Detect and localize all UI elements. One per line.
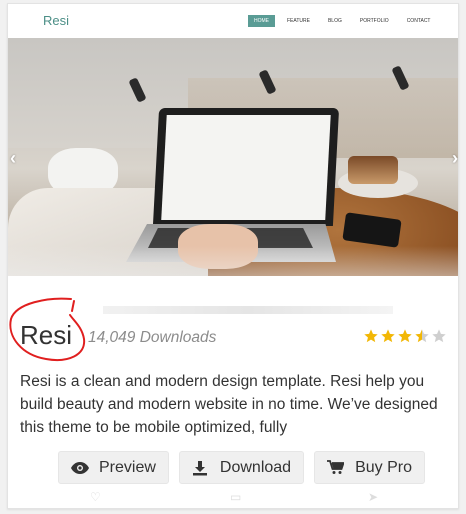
star-empty-icon <box>432 329 446 343</box>
star-rating <box>363 328 447 344</box>
star-full-icon <box>398 329 412 343</box>
action-buttons: Preview Download Buy Pro <box>58 451 425 484</box>
preview-site-header: Resi HOME FEATURE BLOG PORTFOLIO CONTACT <box>8 4 458 38</box>
buy-pro-button-label: Buy Pro <box>355 458 412 476</box>
preview-site-nav: HOME FEATURE BLOG PORTFOLIO CONTACT <box>248 15 442 27</box>
blurred-caption <box>103 306 393 314</box>
download-count: 14,049 Downloads <box>88 329 217 346</box>
star-half-icon <box>415 329 429 343</box>
theme-title[interactable]: Resi <box>20 320 72 351</box>
preview-hero-photo <box>8 38 458 276</box>
star-full-icon <box>364 329 378 343</box>
theme-description: Resi is a clean and modern design templa… <box>20 373 438 436</box>
buy-pro-button[interactable]: Buy Pro <box>314 451 425 484</box>
card-footer: ♡ ▭ ➤ <box>8 490 458 508</box>
star-full-icon <box>381 329 395 343</box>
preview-button[interactable]: Preview <box>58 451 169 484</box>
preview-button-label: Preview <box>99 458 156 476</box>
preview-nav-feature: FEATURE <box>287 18 310 24</box>
heart-icon[interactable]: ♡ <box>90 490 101 504</box>
preview-nav-contact: CONTACT <box>406 18 431 24</box>
download-button-label: Download <box>219 458 292 476</box>
chevron-left-icon[interactable]: ‹ <box>10 148 16 169</box>
preview-site-logo: Resi <box>43 13 70 28</box>
cart-icon <box>327 460 345 476</box>
eye-icon <box>71 460 89 476</box>
chevron-right-icon[interactable]: › <box>452 148 458 169</box>
preview-nav-blog: BLOG <box>327 18 342 24</box>
send-icon[interactable]: ➤ <box>368 490 378 504</box>
theme-card: Resi HOME FEATURE BLOG PORTFOLIO CONTACT <box>7 3 459 509</box>
monitor-icon[interactable]: ▭ <box>230 490 241 504</box>
theme-preview-image[interactable]: Resi HOME FEATURE BLOG PORTFOLIO CONTACT <box>8 4 458 302</box>
download-icon <box>192 460 210 476</box>
preview-nav-portfolio: PORTFOLIO <box>359 18 389 24</box>
download-button[interactable]: Download <box>178 451 305 484</box>
preview-nav-home: HOME <box>248 15 275 27</box>
